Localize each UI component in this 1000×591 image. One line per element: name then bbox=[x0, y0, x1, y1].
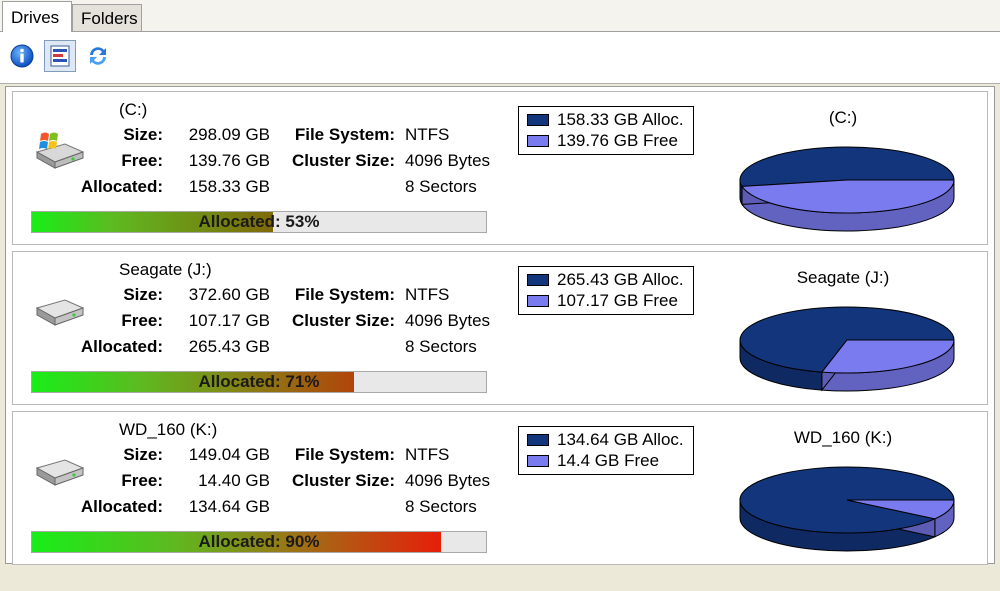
allocation-progress-label: Allocated: 90% bbox=[198, 532, 320, 551]
tab-folders[interactable]: Folders bbox=[72, 4, 142, 31]
legend-item-allocated: 265.43 GB Alloc. bbox=[527, 270, 684, 290]
status-area bbox=[5, 566, 995, 591]
free-label: Free: bbox=[121, 471, 163, 490]
size-label: Size: bbox=[123, 285, 163, 304]
file-system-value: NTFS bbox=[405, 285, 450, 304]
free-value: 14.40 GB bbox=[198, 471, 270, 490]
legend-label-free: 139.76 GB Free bbox=[557, 131, 678, 150]
cluster-size-label: Cluster Size: bbox=[292, 471, 395, 490]
legend-label-free: 14.4 GB Free bbox=[557, 451, 660, 470]
size-value: 149.04 GB bbox=[188, 445, 270, 464]
info-button[interactable] bbox=[6, 40, 38, 72]
info-icon bbox=[10, 44, 34, 68]
allocated-label: Allocated: bbox=[80, 337, 163, 356]
allocated-label: Allocated: bbox=[80, 497, 163, 516]
free-value: 107.17 GB bbox=[188, 311, 270, 330]
legend-label-allocated: 134.64 GB Alloc. bbox=[557, 430, 684, 449]
pie-chart-title: WD_160 (K:) bbox=[793, 428, 893, 447]
drive-name: Seagate (J:) bbox=[119, 260, 212, 279]
cluster-size-value: 4096 Bytes bbox=[405, 471, 491, 490]
drive-panel-j[interactable]: Seagate (J:) Size: 372.60 GB Free: 107.1… bbox=[12, 251, 988, 405]
cluster-size-label: Cluster Size: bbox=[292, 311, 395, 330]
allocation-progress-label: Allocated: 71% bbox=[198, 372, 320, 391]
pie-chart bbox=[739, 306, 955, 392]
drive-name: WD_160 (K:) bbox=[119, 420, 218, 439]
size-value: 372.60 GB bbox=[188, 285, 270, 304]
tab-bar: Drives Folders bbox=[0, 0, 1000, 32]
free-label: Free: bbox=[121, 151, 163, 170]
free-value: 139.76 GB bbox=[188, 151, 270, 170]
legend-item-allocated: 134.64 GB Alloc. bbox=[527, 430, 684, 450]
legend-swatch-allocated bbox=[527, 114, 549, 126]
legend-label-allocated: 265.43 GB Alloc. bbox=[557, 270, 684, 289]
file-system-value: NTFS bbox=[405, 445, 450, 464]
drive-name: (C:) bbox=[119, 100, 148, 119]
details-view-icon bbox=[50, 45, 70, 67]
legend-item-free: 14.4 GB Free bbox=[527, 451, 659, 471]
allocated-label: Allocated: bbox=[80, 177, 163, 196]
legend-swatch-free bbox=[527, 295, 549, 307]
legend-label-free: 107.17 GB Free bbox=[557, 291, 678, 310]
tab-drives[interactable]: Drives bbox=[2, 1, 72, 32]
legend-swatch-allocated bbox=[527, 434, 549, 446]
file-system-value: NTFS bbox=[405, 125, 450, 144]
allocated-value: 265.43 GB bbox=[188, 337, 270, 356]
chart-legend: 158.33 GB Alloc. 139.76 GB Free bbox=[518, 106, 694, 155]
cluster-size-value: 4096 Bytes bbox=[405, 311, 491, 330]
pie-chart-title: (C:) bbox=[828, 108, 858, 127]
details-view-button[interactable] bbox=[44, 40, 76, 72]
file-system-label: File System: bbox=[294, 285, 395, 304]
legend-label-allocated: 158.33 GB Alloc. bbox=[557, 110, 684, 129]
file-system-label: File System: bbox=[294, 445, 395, 464]
size-label: Size: bbox=[123, 445, 163, 464]
pie-chart-title: Seagate (J:) bbox=[796, 268, 890, 287]
legend-swatch-free bbox=[527, 455, 549, 467]
sectors-value: 8 Sectors bbox=[405, 177, 477, 196]
drive-panel-c[interactable]: (C:) Size: 298.09 GB Free: 139.76 GB All… bbox=[12, 91, 988, 245]
chart-legend: 265.43 GB Alloc. 107.17 GB Free bbox=[518, 266, 694, 315]
size-value: 298.09 GB bbox=[188, 125, 270, 144]
legend-swatch-allocated bbox=[527, 274, 549, 286]
allocated-value: 158.33 GB bbox=[188, 177, 270, 196]
chart-legend: 134.64 GB Alloc. 14.4 GB Free bbox=[518, 426, 694, 475]
cluster-size-label: Cluster Size: bbox=[292, 151, 395, 170]
cluster-size-value: 4096 Bytes bbox=[405, 151, 491, 170]
drive-panel-k[interactable]: WD_160 (K:) Size: 149.04 GB Free: 14.40 … bbox=[12, 411, 988, 565]
sectors-value: 8 Sectors bbox=[405, 337, 477, 356]
refresh-icon bbox=[90, 47, 106, 65]
allocated-value: 134.64 GB bbox=[188, 497, 270, 516]
size-label: Size: bbox=[123, 125, 163, 144]
legend-swatch-free bbox=[527, 135, 549, 147]
pie-chart bbox=[739, 466, 955, 552]
refresh-button[interactable] bbox=[82, 40, 114, 72]
legend-item-free: 107.17 GB Free bbox=[527, 291, 678, 311]
file-system-label: File System: bbox=[294, 125, 395, 144]
pie-chart bbox=[739, 146, 955, 232]
allocation-progress-label: Allocated: 53% bbox=[198, 212, 320, 231]
allocation-progress-bar: Allocated: 53% bbox=[31, 211, 487, 233]
free-label: Free: bbox=[121, 311, 163, 330]
allocation-progress-bar: Allocated: 90% bbox=[31, 531, 487, 553]
allocation-progress-bar: Allocated: 71% bbox=[31, 371, 487, 393]
drive-list: (C:) Size: 298.09 GB Free: 139.76 GB All… bbox=[5, 86, 995, 565]
legend-item-allocated: 158.33 GB Alloc. bbox=[527, 110, 684, 130]
sectors-value: 8 Sectors bbox=[405, 497, 477, 516]
toolbar bbox=[0, 32, 1000, 84]
legend-item-free: 139.76 GB Free bbox=[527, 131, 678, 151]
